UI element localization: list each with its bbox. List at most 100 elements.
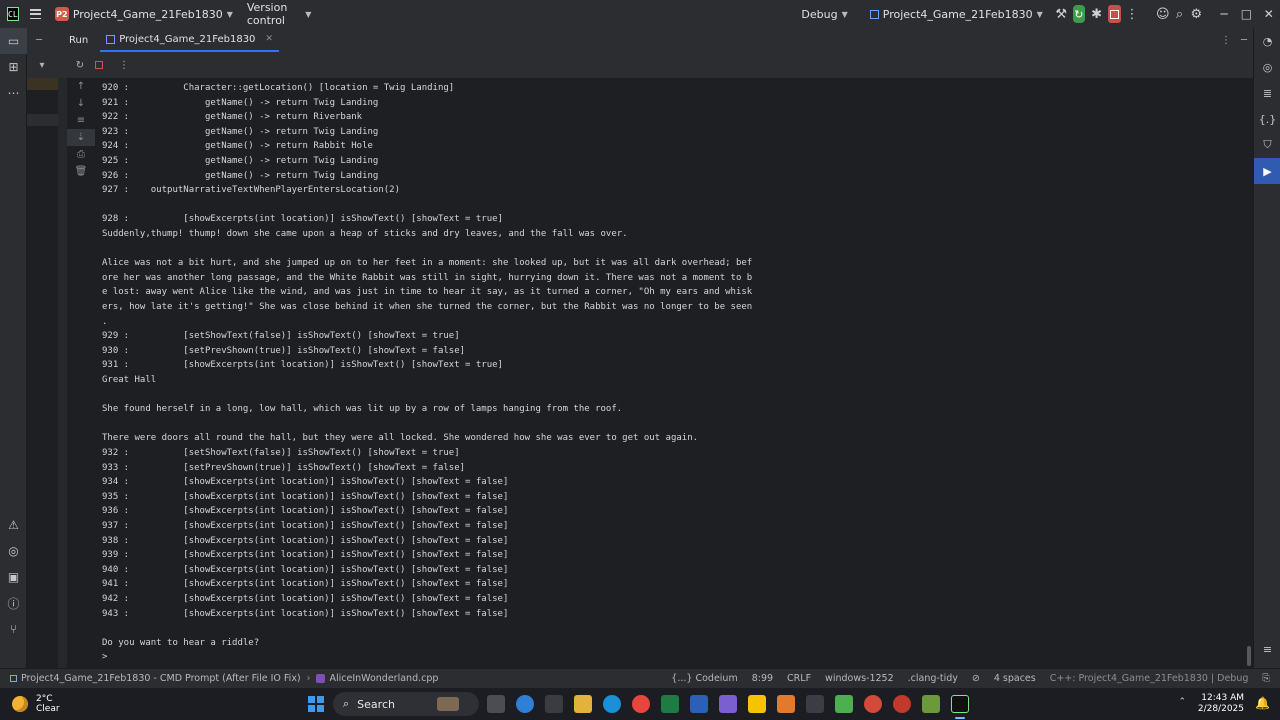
notification-bell-icon[interactable]: 🔔 bbox=[1255, 696, 1270, 710]
debug-bug-icon[interactable]: ✱ bbox=[1088, 4, 1105, 24]
windows-start-icon[interactable] bbox=[308, 696, 324, 712]
soft-wrap-icon[interactable]: ≡ bbox=[67, 112, 95, 129]
more-actions-icon[interactable]: ⋮ bbox=[115, 60, 133, 71]
run-target-selector[interactable]: Project4_Game_21Feb1830 ▼ bbox=[869, 0, 1043, 28]
more-tools-icon[interactable]: ⋯ bbox=[0, 80, 27, 106]
notepad-plus-icon[interactable] bbox=[922, 695, 940, 713]
task-view-icon[interactable] bbox=[487, 695, 505, 713]
sticky-notes-icon[interactable] bbox=[748, 695, 766, 713]
scroll-down-icon[interactable]: ↓ bbox=[67, 95, 95, 112]
console-line: . bbox=[102, 316, 108, 327]
breadcrumb-project[interactable]: Project4_Game_21Feb1830 - CMD Prompt (Af… bbox=[21, 673, 301, 684]
lock-icon[interactable]: ⎘ bbox=[1262, 673, 1270, 684]
cmake-target-icon bbox=[106, 34, 116, 44]
search-icon[interactable]: ⌕ bbox=[1171, 4, 1188, 24]
console-line: 941 : [showExcerpts(int location)] isSho… bbox=[102, 579, 509, 590]
maximize-button[interactable]: □ bbox=[1235, 7, 1257, 21]
project-folder-icon[interactable]: ▭ bbox=[0, 28, 27, 54]
git-branch-icon[interactable]: ⑂ bbox=[0, 616, 27, 642]
stop-icon[interactable] bbox=[95, 61, 103, 69]
build-config-selector[interactable]: Debug ▼ bbox=[801, 0, 847, 28]
console-line: 923 : getName() -> return Twig Landing bbox=[102, 126, 379, 137]
indent-setting[interactable]: 4 spaces bbox=[994, 673, 1036, 684]
console-line: Do you want to hear a riddle? bbox=[102, 637, 260, 648]
chevron-down-icon: ▼ bbox=[226, 9, 233, 19]
menu-lines-icon[interactable]: ≡ bbox=[1254, 636, 1280, 662]
console-output[interactable]: 920 : Character::getLocation() [location… bbox=[95, 78, 1253, 668]
add-user-icon[interactable]: ☺ bbox=[1154, 4, 1171, 24]
clear-trash-icon[interactable]: 🗑 bbox=[67, 163, 95, 180]
problems-icon[interactable]: ⓘ bbox=[0, 590, 27, 616]
warning-icon[interactable]: ⚠ bbox=[0, 512, 27, 538]
cmake-context[interactable]: C++: Project4_Game_21Feb1830 | Debug bbox=[1050, 673, 1249, 684]
more-actions-icon[interactable]: ⋮ bbox=[1124, 4, 1141, 24]
weather-widget[interactable]: 2°C Clear bbox=[12, 694, 60, 714]
project-selector[interactable]: P2 Project4_Game_21Feb1830 ▼ bbox=[54, 0, 233, 28]
settings-gear-icon[interactable]: ⚙ bbox=[1188, 4, 1205, 24]
console-scrollbar[interactable] bbox=[1247, 646, 1251, 666]
hide-panel-icon[interactable]: ─ bbox=[1241, 35, 1247, 46]
close-window-button[interactable]: ✕ bbox=[1258, 7, 1280, 21]
rerun-icon[interactable]: ↻ bbox=[71, 60, 89, 71]
system-clock[interactable]: 12:43 AM 2/28/2025 bbox=[1198, 693, 1244, 715]
line-ending[interactable]: CRLF bbox=[787, 673, 811, 684]
taskbar-search[interactable]: ⌕ Search bbox=[333, 692, 479, 716]
shield-icon[interactable]: ⛉ bbox=[1254, 132, 1280, 158]
json-icon[interactable]: {.} bbox=[1254, 106, 1280, 132]
main-menu-icon[interactable] bbox=[29, 7, 41, 21]
terminal-icon[interactable]: ▣ bbox=[0, 564, 27, 590]
windows-taskbar: 2°C Clear ⌕ Search ⌃ 12:43 AM 2/28/2025 … bbox=[0, 688, 1280, 720]
database-icon[interactable]: ≣ bbox=[1254, 80, 1280, 106]
stop-icon[interactable] bbox=[1107, 5, 1121, 23]
scroll-up-icon[interactable]: ↑ bbox=[67, 78, 95, 95]
options-icon[interactable]: ⋮ bbox=[1221, 35, 1231, 46]
close-tab-icon[interactable]: ✕ bbox=[265, 34, 273, 44]
console-line: 939 : [showExcerpts(int location)] isSho… bbox=[102, 550, 509, 561]
minimize-button[interactable]: ─ bbox=[1213, 7, 1235, 21]
excel-icon[interactable] bbox=[661, 695, 679, 713]
build-hammer-icon[interactable]: ⚒ bbox=[1053, 4, 1070, 24]
notifications-icon[interactable]: ◔ bbox=[1254, 28, 1280, 54]
game-app-icon[interactable] bbox=[835, 695, 853, 713]
temperature: 2°C bbox=[36, 694, 53, 704]
chrome-profile-icon[interactable] bbox=[893, 695, 911, 713]
console-line: 924 : getName() -> return Rabbit Hole bbox=[102, 141, 373, 152]
collapse-icon[interactable]: ─ bbox=[27, 35, 51, 46]
edge-browser-icon[interactable] bbox=[603, 695, 621, 713]
tray-overflow-icon[interactable]: ⌃ bbox=[1178, 697, 1186, 707]
ai-assistant-icon[interactable]: ◎ bbox=[1254, 54, 1280, 80]
structure-icon[interactable]: ⊞ bbox=[0, 54, 27, 80]
run-tab[interactable]: Project4_Game_21Feb1830 ✕ bbox=[100, 28, 279, 52]
app-icon[interactable] bbox=[719, 695, 737, 713]
breadcrumb-file[interactable]: AliceInWonderland.cpp bbox=[329, 673, 438, 684]
word-icon[interactable] bbox=[690, 695, 708, 713]
console-line: ers, how late it's getting!" She was clo… bbox=[102, 302, 753, 312]
file-encoding[interactable]: windows-1252 bbox=[825, 673, 894, 684]
copilot-icon[interactable] bbox=[516, 695, 534, 713]
print-icon[interactable]: ⎙ bbox=[67, 146, 95, 163]
clock-date: 2/28/2025 bbox=[1197, 704, 1244, 714]
console-gutter bbox=[27, 78, 67, 668]
readonly-toggle-icon[interactable]: ⊘ bbox=[972, 673, 980, 684]
gutter-stripe bbox=[58, 78, 67, 668]
rerun-icon[interactable]: ↻ bbox=[1072, 5, 1086, 23]
scroll-to-end-icon[interactable]: ⇣ bbox=[67, 129, 95, 146]
file-explorer-icon[interactable] bbox=[574, 695, 592, 713]
chrome-browser-icon[interactable] bbox=[632, 695, 650, 713]
caret-position[interactable]: 8:99 bbox=[752, 673, 773, 684]
codeium-icon[interactable]: ▶ bbox=[1254, 158, 1280, 184]
version-control-menu[interactable]: Version control ▼ bbox=[247, 0, 312, 28]
snipping-tool-icon[interactable] bbox=[545, 695, 563, 713]
document-app-icon[interactable] bbox=[777, 695, 795, 713]
chevron-down-icon[interactable]: ▾ bbox=[35, 60, 49, 71]
store-icon[interactable] bbox=[806, 695, 824, 713]
console-line: 930 : [setPrevShown(true)] isShowText() … bbox=[102, 345, 466, 356]
services-icon[interactable]: ◎ bbox=[0, 538, 27, 564]
firefox-icon[interactable] bbox=[864, 695, 882, 713]
console-line: 920 : Character::getLocation() [location… bbox=[102, 83, 455, 93]
codeium-status[interactable]: {...} Codeium bbox=[671, 673, 737, 684]
linter-config[interactable]: .clang-tidy bbox=[908, 673, 958, 684]
console-line: 937 : [showExcerpts(int location)] isSho… bbox=[102, 521, 509, 531]
clion-taskbar-icon[interactable] bbox=[951, 695, 969, 713]
console-line: 926 : getName() -> return Twig Landing bbox=[102, 170, 379, 181]
